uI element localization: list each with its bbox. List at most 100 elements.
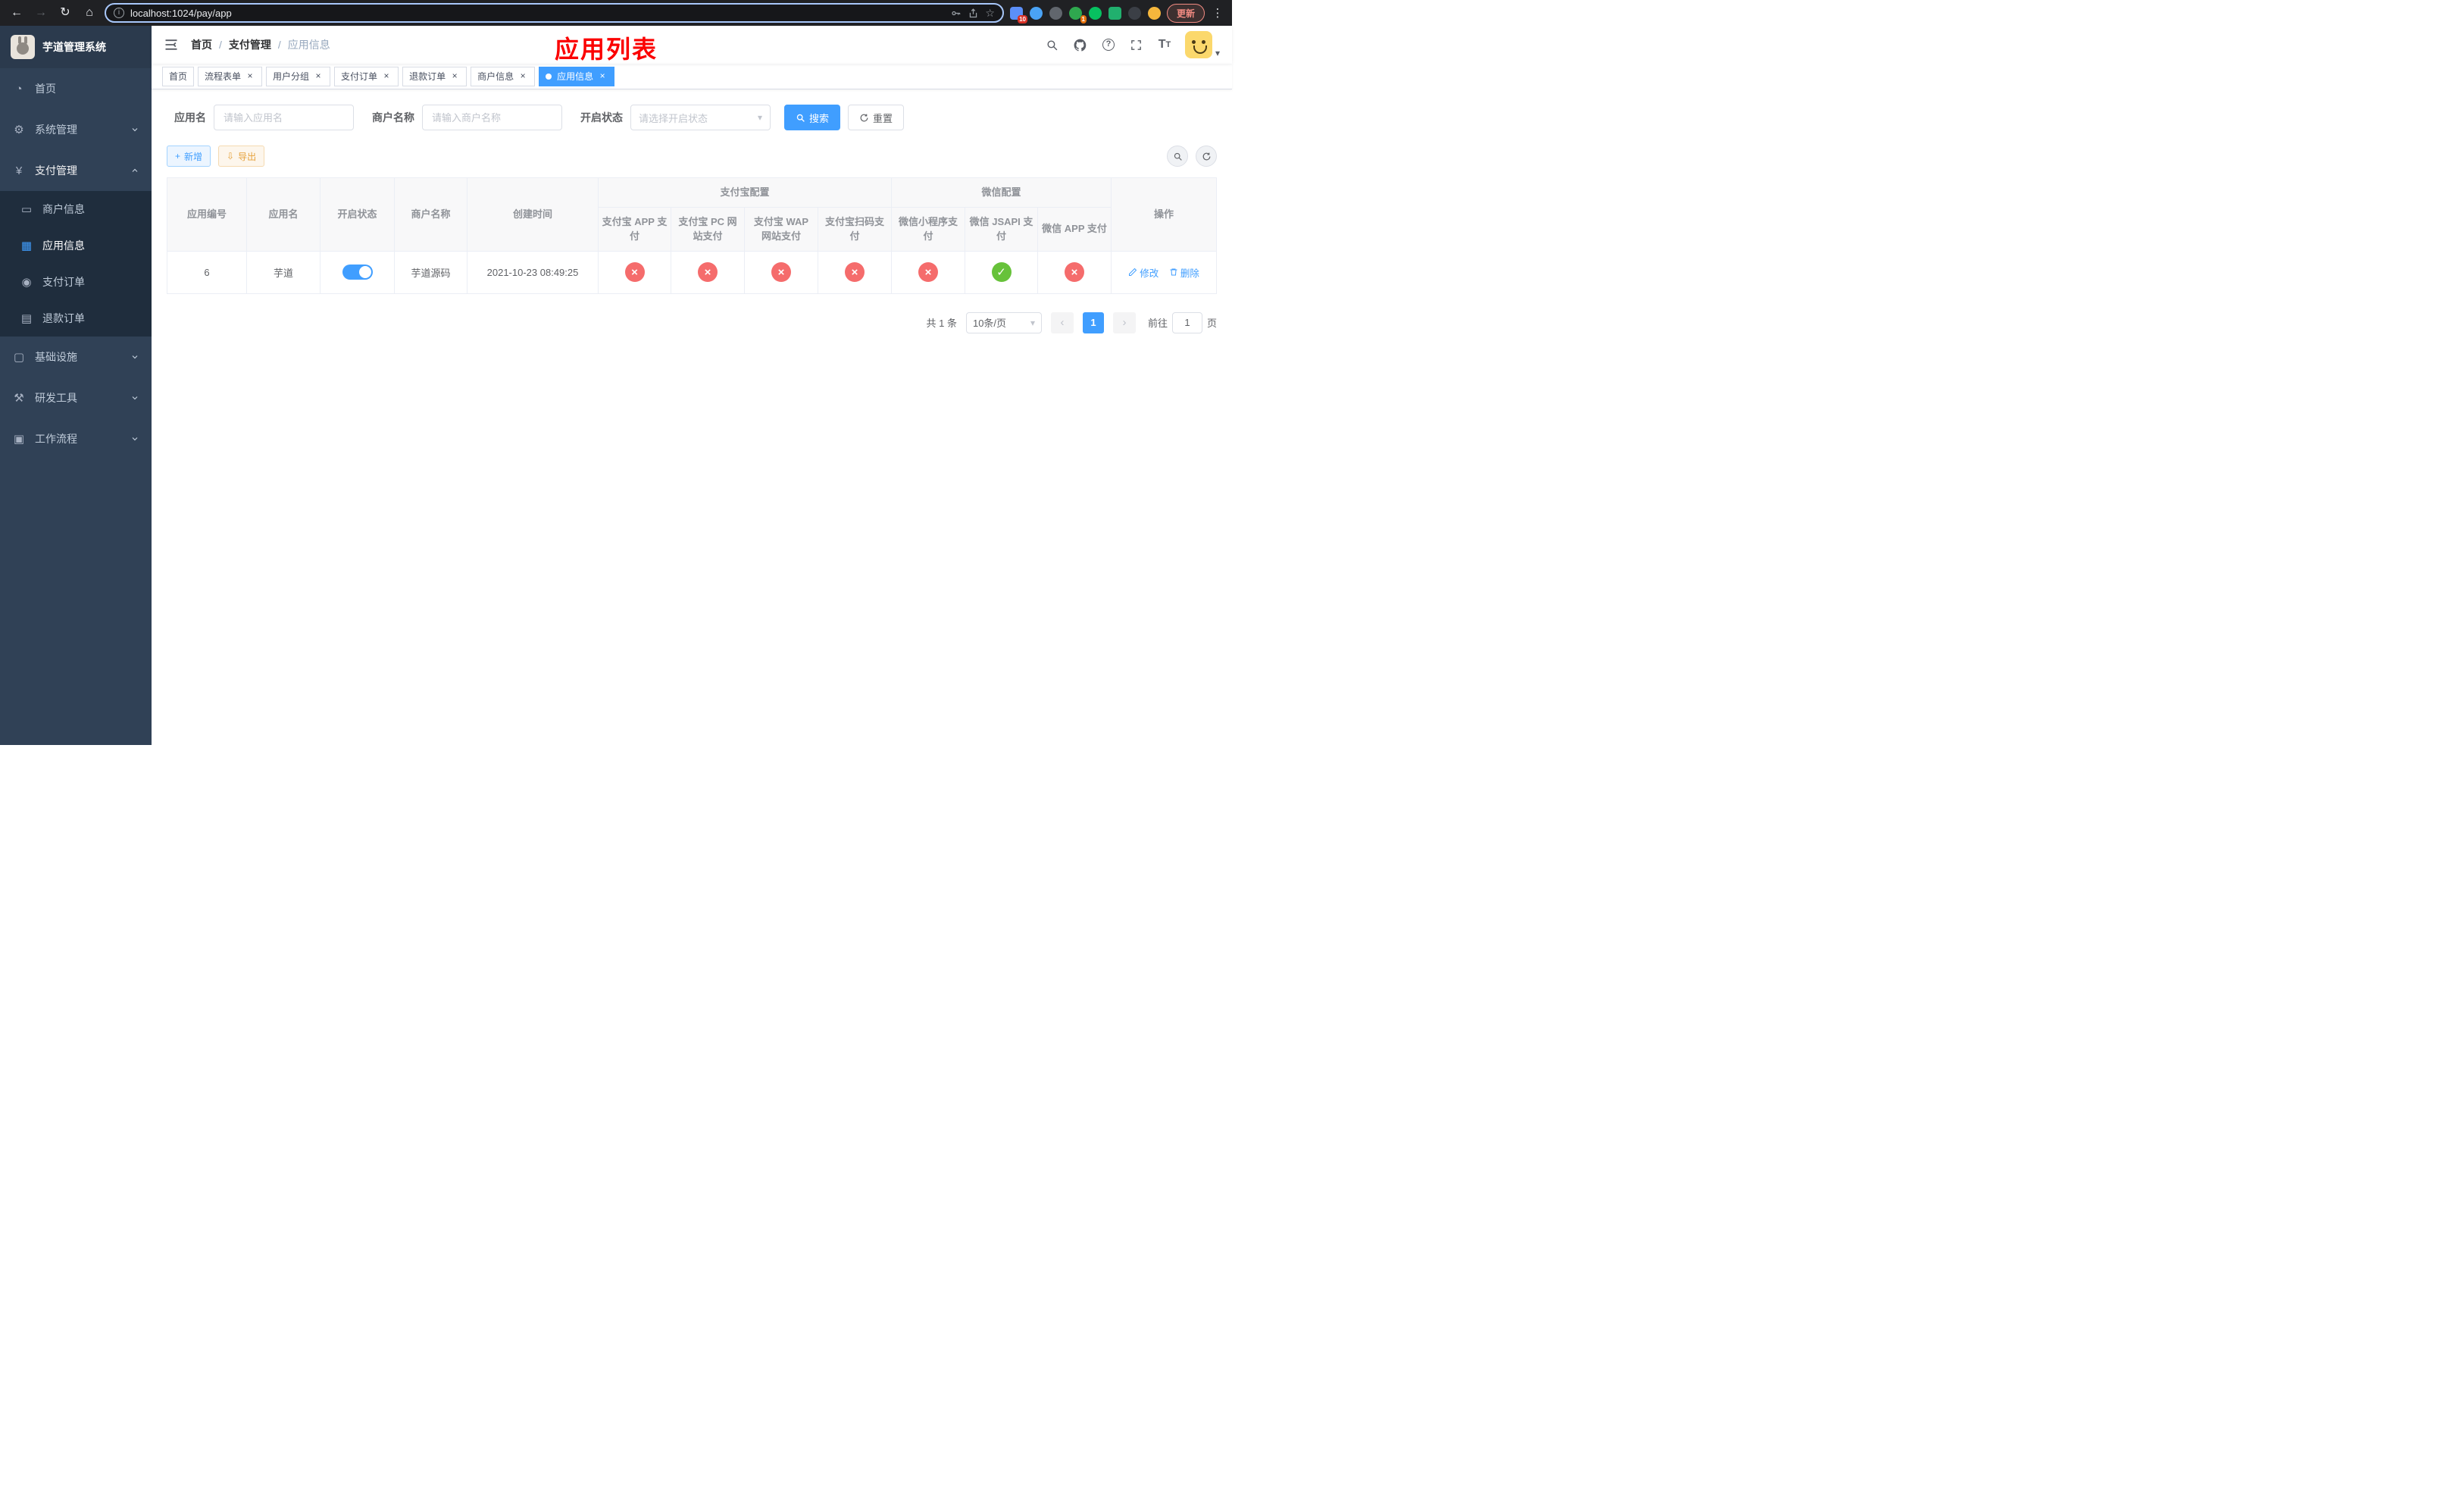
col-wechat-app: 微信 APP 支付: [1037, 206, 1112, 252]
avatar[interactable]: [1184, 31, 1212, 58]
browser-menu-icon[interactable]: ⋮: [1211, 6, 1224, 20]
wechat-mini-status-icon: ×: [918, 262, 939, 282]
sidebar-collapse-icon[interactable]: [164, 37, 179, 52]
download-icon: ⇩: [227, 151, 235, 161]
bookmark-star-icon[interactable]: ☆: [985, 7, 995, 20]
table-right-tools: [1167, 146, 1217, 167]
chevron-down-icon: [132, 128, 138, 132]
extension-icon-5[interactable]: [1088, 6, 1102, 20]
edit-link[interactable]: 修改: [1128, 265, 1159, 280]
chevron-down-icon: ▾: [757, 112, 762, 123]
browser-toolbar: ← → ↻ ⌂ i localhost:1024/pay/app ☆ 10 1 …: [0, 0, 1232, 26]
sidebar-item-label: 首页: [35, 83, 56, 95]
url-text[interactable]: localhost:1024/pay/app: [130, 8, 232, 19]
chevron-down-icon: [132, 396, 138, 400]
delete-link[interactable]: 删除: [1169, 265, 1199, 280]
sidebar-item-dev-tools[interactable]: ⚒ 研发工具: [0, 377, 152, 418]
refresh-table-button[interactable]: [1196, 146, 1217, 167]
sidebar-logo-row[interactable]: 芋道管理系统: [0, 26, 152, 68]
close-icon[interactable]: ×: [381, 70, 392, 82]
tab-refund-order[interactable]: 退款订单 ×: [402, 66, 467, 86]
tab-pay-order[interactable]: 支付订单 ×: [334, 66, 399, 86]
total-count: 共 1 条: [926, 318, 957, 329]
password-key-icon[interactable]: [950, 8, 962, 19]
wechat-app-status-icon: ×: [1065, 262, 1085, 282]
browser-update-button[interactable]: 更新: [1166, 3, 1205, 23]
sidebar-item-refund-order[interactable]: ▤ 退款订单: [0, 300, 152, 337]
sidebar-item-home[interactable]: ◔ 首页: [0, 68, 152, 109]
sidebar-item-pay-order[interactable]: ◉ 支付订单: [0, 264, 152, 300]
merchant-name-input[interactable]: [422, 105, 562, 130]
breadcrumb-home[interactable]: 首页: [191, 37, 212, 52]
add-button[interactable]: + 新增: [167, 146, 211, 167]
search-button[interactable]: 搜索: [784, 105, 841, 130]
next-page-button[interactable]: ›: [1112, 311, 1136, 333]
font-size-icon[interactable]: TT: [1157, 37, 1172, 52]
tab-user-group[interactable]: 用户分组 ×: [266, 66, 331, 86]
close-icon[interactable]: ×: [313, 70, 324, 82]
extension-icon-4[interactable]: 1: [1068, 6, 1087, 23]
search-icon[interactable]: [1045, 37, 1060, 52]
prev-page-button[interactable]: ‹: [1050, 311, 1074, 333]
status-select[interactable]: 请选择开启状态 ▾: [630, 105, 771, 130]
breadcrumb-payment[interactable]: 支付管理: [229, 37, 271, 52]
extension-icon-3[interactable]: [1049, 6, 1062, 20]
extension-icon-2[interactable]: [1029, 6, 1043, 20]
tools-icon: ⚒: [14, 392, 24, 405]
toggle-search-button[interactable]: [1167, 146, 1188, 167]
close-icon[interactable]: ×: [597, 70, 608, 82]
sidebar-item-label: 退款订单: [42, 312, 85, 324]
app-name-input[interactable]: [214, 105, 354, 130]
sidebar-item-infrastructure[interactable]: ▢ 基础设施: [0, 337, 152, 377]
fullscreen-icon[interactable]: [1129, 37, 1144, 52]
group-alipay-config: 支付宝配置: [597, 177, 893, 208]
sidebar-item-workflow[interactable]: ▣ 工作流程: [0, 418, 152, 459]
alipay-pc-status-icon: ×: [698, 262, 718, 282]
col-status: 开启状态: [320, 177, 395, 252]
sidebar-item-label: 支付订单: [42, 276, 85, 288]
extension-icon-7[interactable]: [1127, 6, 1141, 20]
alipay-qr-status-icon: ×: [845, 262, 865, 282]
extension-icon-1[interactable]: 10: [1009, 6, 1027, 23]
breadcrumb: 首页 / 支付管理 / 应用信息: [191, 37, 330, 52]
page-size-select[interactable]: 10条/页 ▾: [965, 311, 1042, 333]
sidebar-item-label: 应用信息: [42, 239, 85, 252]
col-wechat-mini: 微信小程序支付: [891, 206, 966, 252]
browser-back-icon[interactable]: ←: [8, 4, 26, 22]
site-info-icon[interactable]: i: [114, 8, 124, 18]
sidebar-item-system[interactable]: ⚙ 系统管理: [0, 109, 152, 150]
sidebar-item-app-info[interactable]: ▦ 应用信息: [0, 227, 152, 264]
tab-merchant-info[interactable]: 商户信息 ×: [471, 66, 536, 86]
enabled-toggle[interactable]: [342, 265, 373, 280]
share-icon[interactable]: [968, 8, 979, 19]
table-header: 应用编号 应用名 开启状态 商户名称 创建时间 支付宝配置 微信配置 操作 支付…: [167, 177, 1217, 252]
extension-badge-2: 1: [1080, 14, 1087, 23]
tab-home[interactable]: 首页: [162, 66, 195, 86]
close-icon[interactable]: ×: [449, 70, 460, 82]
export-button[interactable]: ⇩ 导出: [218, 146, 265, 167]
sidebar-item-payment[interactable]: ¥ 支付管理: [0, 150, 152, 191]
app-title: 芋道管理系统: [42, 41, 106, 53]
browser-forward-icon[interactable]: →: [32, 4, 50, 22]
tab-app-info[interactable]: 应用信息 ×: [539, 66, 615, 86]
extension-icon-8[interactable]: [1147, 6, 1161, 20]
help-icon[interactable]: ?: [1101, 37, 1116, 52]
chevron-down-icon: ▾: [1030, 317, 1035, 328]
extension-icon-6[interactable]: [1108, 6, 1121, 20]
close-icon[interactable]: ×: [518, 70, 528, 82]
tab-process-form[interactable]: 流程表单 ×: [198, 66, 263, 86]
sidebar-item-label: 基础设施: [35, 351, 77, 363]
alipay-wap-status-icon: ×: [771, 262, 791, 282]
github-icon[interactable]: [1073, 37, 1088, 52]
goto-page-input[interactable]: [1171, 311, 1202, 333]
address-bar[interactable]: i localhost:1024/pay/app ☆: [105, 3, 1004, 23]
browser-home-icon[interactable]: ⌂: [80, 4, 98, 22]
user-avatar-dropdown[interactable]: ▾: [1184, 31, 1220, 58]
page-number-1[interactable]: 1: [1082, 311, 1104, 333]
reset-button[interactable]: 重置: [848, 105, 905, 130]
sidebar-item-merchant-info[interactable]: ▭ 商户信息: [0, 191, 152, 227]
close-icon[interactable]: ×: [245, 70, 255, 82]
browser-reload-icon[interactable]: ↻: [56, 4, 74, 22]
breadcrumb-separator: /: [277, 39, 281, 51]
col-alipay-qr: 支付宝扫码支付: [817, 206, 893, 252]
